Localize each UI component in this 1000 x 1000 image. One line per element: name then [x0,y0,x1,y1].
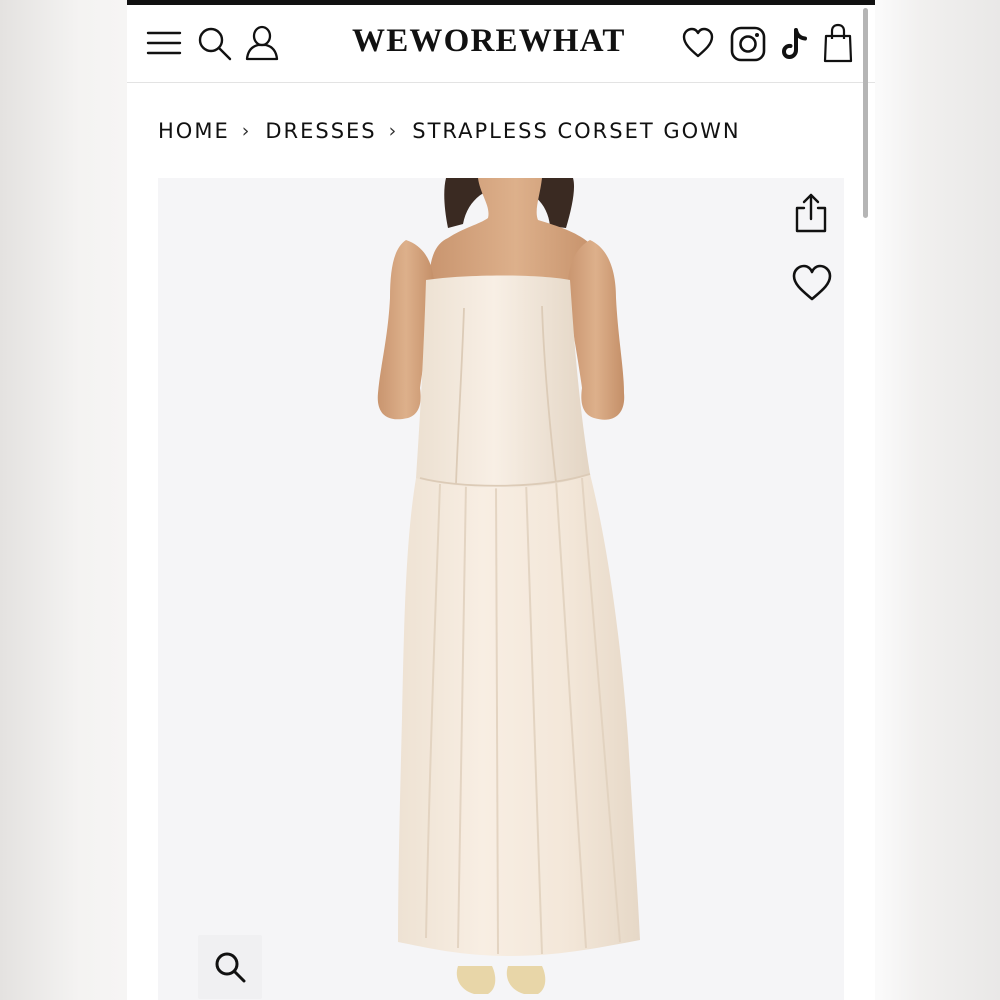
mobile-page: WEWOREWHAT HOME › DRESSES › STRAPLESS CO… [127,0,875,1000]
breadcrumb-dresses-link[interactable]: DRESSES [265,119,376,143]
breadcrumb: HOME › DRESSES › STRAPLESS CORSET GOWN [158,116,741,146]
breadcrumb-separator: › [388,120,399,142]
tiktok-icon[interactable] [782,27,812,61]
page-scrollbar[interactable] [863,8,868,218]
breadcrumb-current-page: STRAPLESS CORSET GOWN [412,119,741,143]
account-icon[interactable] [243,24,281,62]
search-icon[interactable] [197,26,233,62]
breadcrumb-home-link[interactable]: HOME [158,119,230,143]
wishlist-heart-icon[interactable] [681,27,715,59]
menu-icon[interactable] [146,29,182,57]
brand-logo[interactable]: WEWOREWHAT [352,23,626,60]
shopping-bag-icon[interactable] [823,23,853,63]
instagram-icon[interactable] [730,26,766,62]
product-photo[interactable] [158,178,844,1000]
product-image-gallery[interactable] [158,178,844,1000]
share-icon[interactable] [794,192,828,239]
zoom-button[interactable] [198,935,262,999]
favorite-heart-icon[interactable] [791,264,833,307]
breadcrumb-separator: › [241,120,252,142]
zoom-icon [215,952,246,983]
site-header: WEWOREWHAT [127,5,875,83]
